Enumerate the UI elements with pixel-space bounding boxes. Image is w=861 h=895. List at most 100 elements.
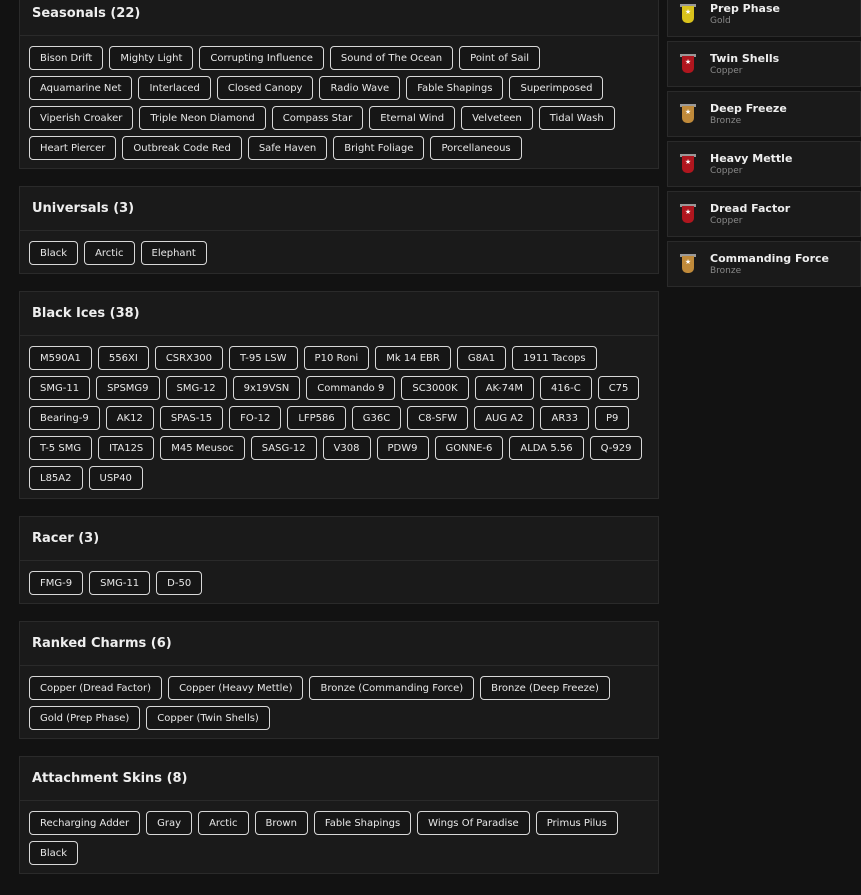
item-tag[interactable]: 416-C xyxy=(540,376,592,400)
item-tag[interactable]: Bright Foliage xyxy=(333,136,425,160)
item-tag[interactable]: 1911 Tacops xyxy=(512,346,597,370)
item-tag[interactable]: Gold (Prep Phase) xyxy=(29,706,141,730)
charm-item[interactable]: ★ Commanding Force Bronze xyxy=(667,241,861,287)
item-tag[interactable]: Copper (Twin Shells) xyxy=(146,706,270,730)
item-tag[interactable]: 556XI xyxy=(97,346,149,370)
section-card: Black Ices (38) M590A1 556XI CSRX300 T-95 LS… xyxy=(19,291,659,499)
section-title: Racer (3) xyxy=(20,517,658,561)
item-tag[interactable]: G36C xyxy=(351,406,402,430)
item-tag[interactable]: Black xyxy=(29,241,79,265)
charm-item[interactable]: ★ Prep Phase Gold xyxy=(667,0,861,37)
item-tag[interactable]: Fable Shapings xyxy=(406,76,504,100)
item-tag[interactable]: SPSMG9 xyxy=(96,376,160,400)
item-tag[interactable]: Gray xyxy=(146,811,193,835)
item-tag[interactable]: ALDA 5.56 xyxy=(509,436,584,460)
item-tag[interactable]: CSRX300 xyxy=(154,346,224,370)
item-tag[interactable]: SMG-12 xyxy=(165,376,227,400)
item-tag[interactable]: Corrupting Influence xyxy=(199,46,324,70)
item-tag[interactable]: SMG-11 xyxy=(29,376,91,400)
item-tag[interactable]: Radio Wave xyxy=(319,76,401,100)
item-tag[interactable]: Aquamarine Net xyxy=(29,76,133,100)
item-tag[interactable]: FO-12 xyxy=(229,406,282,430)
item-tag[interactable]: M45 Meusoc xyxy=(160,436,245,460)
item-tag[interactable]: P9 xyxy=(595,406,630,430)
item-tag[interactable]: L85A2 xyxy=(29,466,83,490)
sections-column: Seasonals (22) Bison Drift Mighty Light Cor… xyxy=(19,0,659,891)
item-tag[interactable]: Black xyxy=(29,841,79,865)
item-tag[interactable]: SPAS-15 xyxy=(159,406,224,430)
item-tag[interactable]: Mk 14 EBR xyxy=(375,346,451,370)
item-tag[interactable]: Eternal Wind xyxy=(369,106,456,130)
item-tag[interactable]: ITA12S xyxy=(98,436,155,460)
item-tag[interactable]: SMG-11 xyxy=(89,571,151,595)
item-tag[interactable]: Arctic xyxy=(84,241,135,265)
item-tag[interactable]: Q-929 xyxy=(589,436,643,460)
item-tag[interactable]: PDW9 xyxy=(376,436,429,460)
item-tag[interactable]: Safe Haven xyxy=(247,136,328,160)
item-tag[interactable]: Bronze (Deep Freeze) xyxy=(480,676,610,700)
item-tag[interactable]: Closed Canopy xyxy=(216,76,314,100)
charm-item[interactable]: ★ Dread Factor Copper xyxy=(667,191,861,237)
item-tag[interactable]: Commando 9 xyxy=(306,376,396,400)
item-tag[interactable]: Tidal Wash xyxy=(538,106,615,130)
ranked-charms-list: ★ Prep Phase Gold ★ Twin Shells Copper ★ Deep F… xyxy=(667,0,861,291)
item-tag[interactable]: AR33 xyxy=(540,406,589,430)
charm-tier: Gold xyxy=(710,16,731,26)
item-tag[interactable]: Outbreak Code Red xyxy=(122,136,242,160)
item-tag[interactable]: C75 xyxy=(597,376,640,400)
item-tag[interactable]: Heart Piercer xyxy=(29,136,117,160)
item-tag[interactable]: LFP586 xyxy=(287,406,346,430)
charm-banner-icon: ★ xyxy=(678,52,698,76)
item-tag[interactable]: Wings Of Paradise xyxy=(417,811,530,835)
section-card: Ranked Charms (6) Copper (Dread Factor) Co… xyxy=(19,621,659,739)
item-tag[interactable]: Copper (Dread Factor) xyxy=(29,676,163,700)
item-tag[interactable]: Sound of The Ocean xyxy=(329,46,454,70)
charm-item[interactable]: ★ Twin Shells Copper xyxy=(667,41,861,87)
item-tag[interactable]: Recharging Adder xyxy=(29,811,141,835)
item-tag[interactable]: Viperish Croaker xyxy=(29,106,134,130)
item-tag[interactable]: P10 Roni xyxy=(303,346,370,370)
section-title: Ranked Charms (6) xyxy=(20,622,658,666)
item-tag[interactable]: T-95 LSW xyxy=(229,346,298,370)
item-tag[interactable]: Compass Star xyxy=(271,106,364,130)
item-tag[interactable]: Superimposed xyxy=(509,76,604,100)
item-tag[interactable]: T-5 SMG xyxy=(29,436,93,460)
item-tag[interactable]: Mighty Light xyxy=(109,46,194,70)
item-tag[interactable]: Bison Drift xyxy=(29,46,104,70)
item-tag[interactable]: Bronze (Commanding Force) xyxy=(309,676,475,700)
charm-item[interactable]: ★ Deep Freeze Bronze xyxy=(667,91,861,137)
charm-item[interactable]: ★ Heavy Mettle Copper xyxy=(667,141,861,187)
item-tag[interactable]: AK12 xyxy=(105,406,154,430)
item-tag[interactable]: GONNE-6 xyxy=(434,436,504,460)
item-tag[interactable]: 9x19VSN xyxy=(232,376,301,400)
item-tag[interactable]: Elephant xyxy=(140,241,207,265)
item-tag[interactable]: FMG-9 xyxy=(29,571,84,595)
item-tag[interactable]: M590A1 xyxy=(29,346,92,370)
item-tag[interactable]: Primus Pilus xyxy=(535,811,618,835)
item-tag[interactable]: AUG A2 xyxy=(474,406,535,430)
item-tag[interactable]: Arctic xyxy=(198,811,249,835)
item-tag[interactable]: Point of Sail xyxy=(459,46,540,70)
item-tag[interactable]: AK-74M xyxy=(474,376,534,400)
item-tag[interactable]: Porcellaneous xyxy=(430,136,522,160)
item-tag[interactable]: Fable Shapings xyxy=(313,811,412,835)
item-tag[interactable]: Bearing-9 xyxy=(29,406,100,430)
item-tag[interactable]: Velveteen xyxy=(461,106,533,130)
section-card: Seasonals (22) Bison Drift Mighty Light Cor… xyxy=(19,0,659,169)
item-tag[interactable]: Copper (Heavy Mettle) xyxy=(168,676,304,700)
item-tag[interactable]: V308 xyxy=(322,436,371,460)
item-tag[interactable]: USP40 xyxy=(88,466,143,490)
item-tag[interactable]: Interlaced xyxy=(138,76,211,100)
charm-tier: Bronze xyxy=(710,266,742,276)
charm-banner-icon: ★ xyxy=(678,202,698,226)
item-tag[interactable]: G8A1 xyxy=(456,346,507,370)
charm-name: Dread Factor xyxy=(710,202,791,215)
item-tag[interactable]: Brown xyxy=(254,811,308,835)
item-tag[interactable]: SASG-12 xyxy=(250,436,317,460)
item-tag[interactable]: Triple Neon Diamond xyxy=(139,106,266,130)
section-title: Black Ices (38) xyxy=(20,292,658,336)
section-title: Universals (3) xyxy=(20,187,658,231)
item-tag[interactable]: SC3000K xyxy=(401,376,469,400)
item-tag[interactable]: C8-SFW xyxy=(407,406,469,430)
item-tag[interactable]: D-50 xyxy=(156,571,203,595)
